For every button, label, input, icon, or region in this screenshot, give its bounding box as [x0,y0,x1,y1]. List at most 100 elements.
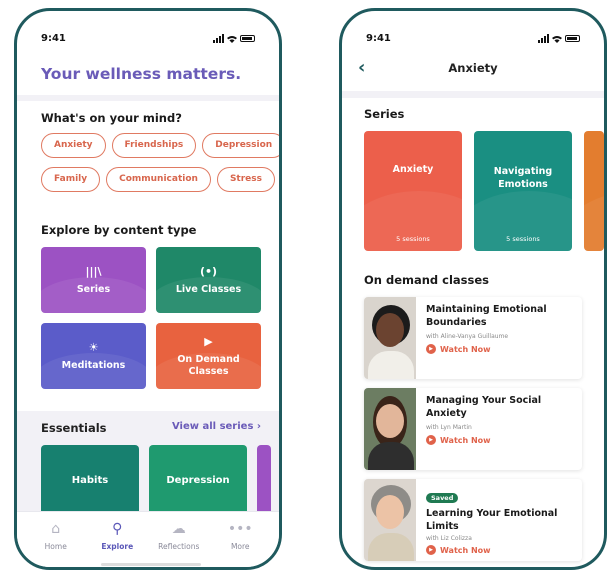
broadcast-icon: (•) [199,265,218,278]
series-card-sessions: 5 sessions [506,235,540,243]
tile-label: Live Classes [175,284,242,295]
cloud-icon: ☁ [171,521,186,537]
tab-label: Explore [101,542,134,551]
tab-reflections[interactable]: ☁ Reflections [151,512,207,567]
mind-section-title: What's on your mind? [41,111,182,125]
signal-icon [538,34,549,43]
class-card[interactable]: Saved Learning Your Emotional Limits wit… [364,479,582,561]
bottom-tab-bar: ⌂ Home ⚲ Explore ☁ Reflections ••• More [17,511,279,567]
series-card-navigating-emotions[interactable]: Navigating Emotions 5 sessions [474,131,572,251]
class-card-body: Saved Learning Your Emotional Limits wit… [416,479,582,561]
content-type-grid: |||\ Series (•) Live Classes ☀ Meditatio… [41,247,261,389]
search-icon: ⚲ [112,521,123,537]
essential-card-habits[interactable]: Habits [41,445,139,515]
tile-label: Series [76,284,111,295]
series-card-sessions: 5 sessions [396,235,430,243]
page-title: Your wellness matters. [41,65,242,83]
status-icons [538,34,580,43]
topic-chip[interactable]: Stress [216,167,275,192]
class-card[interactable]: Maintaining Emotional Boundaries with Al… [364,297,582,379]
signal-icon [213,34,224,43]
essentials-cards: Habits Depression [41,445,271,515]
class-instructor: with Aline-Vanya Guillaume [426,333,509,340]
topic-chip[interactable]: Friendships [111,133,197,158]
ondemand-section-title: On demand classes [364,273,490,287]
watch-label: Watch Now [440,545,491,555]
series-card-partial[interactable] [584,131,604,251]
instructor-photo [364,297,416,379]
status-time: 9:41 [366,33,391,44]
watch-now-button[interactable]: ▶ Watch Now [426,344,582,354]
sun-icon: ☀ [88,341,99,354]
series-tile[interactable]: |||\ Series [41,247,146,313]
tab-explore[interactable]: ⚲ Explore [89,512,145,567]
wifi-icon [552,35,562,43]
status-icons [213,34,255,43]
topic-chips-row-2: Family Communication Stress [41,167,282,192]
chevron-right-icon: › [256,421,261,432]
topic-chip[interactable]: Family [41,167,101,192]
essential-card-partial[interactable] [257,445,271,515]
instructor-photo [364,388,416,470]
topic-chip-partial[interactable] [281,167,282,192]
class-card[interactable]: Managing Your Social Anxiety with Lyn Ma… [364,388,582,470]
phone-explore-screen: 9:41 Your wellness matters. What's on yo… [14,8,282,570]
page-title: Anxiety [448,61,498,75]
divider [17,95,279,101]
class-card-body: Managing Your Social Anxiety with Lyn Ma… [416,388,582,470]
tile-label: On Demand Classes [177,353,240,377]
home-indicator [101,563,201,566]
play-icon: ▶ [426,344,436,354]
watch-now-button[interactable]: ▶ Watch Now [426,435,582,445]
watch-label: Watch Now [440,435,491,445]
topic-chip[interactable]: Anxiety [41,133,106,158]
status-bar: 9:41 [366,33,580,47]
class-instructor: with Liz Colizza [426,535,472,542]
series-card-title: Anxiety [392,164,434,175]
series-card-anxiety[interactable]: Anxiety 5 sessions [364,131,462,251]
more-icon: ••• [227,521,253,537]
explore-section-title: Explore by content type [41,223,197,237]
home-icon: ⌂ [51,521,61,537]
status-bar: 9:41 [41,33,255,47]
meditations-tile[interactable]: ☀ Meditations [41,323,146,389]
play-icon: ▶ [426,545,436,555]
link-label: View all series [171,421,254,432]
watch-now-button[interactable]: ▶ Watch Now [426,545,582,555]
class-instructor: with Lyn Martin [426,424,472,431]
class-title: Managing Your Social Anxiety [426,395,542,419]
watch-label: Watch Now [440,344,491,354]
topic-chip[interactable]: Communication [106,167,211,192]
class-title: Maintaining Emotional Boundaries [426,304,547,328]
play-icon: ▶ [426,435,436,445]
class-card-body: Maintaining Emotional Boundaries with Al… [416,297,582,379]
tab-more[interactable]: ••• More [212,512,268,567]
series-section-title: Series [364,107,405,121]
battery-icon [240,35,255,42]
tile-label: Meditations [61,360,126,371]
live-classes-tile[interactable]: (•) Live Classes [156,247,261,313]
series-card-title: Navigating Emotions [493,166,553,190]
essential-card-depression[interactable]: Depression [149,445,247,515]
topic-chip[interactable]: Depression [202,133,279,158]
series-carousel: Anxiety 5 sessions Navigating Emotions 5… [364,131,604,251]
phone-anxiety-screen: 9:41 ‹ Anxiety Series Anxiety 5 sessions… [339,8,607,570]
wifi-icon [227,35,237,43]
on-demand-classes-tile[interactable]: ▶ On Demand Classes [156,323,261,389]
battery-icon [565,35,580,42]
tab-label: Reflections [158,542,200,551]
library-icon: |||\ [85,265,102,278]
saved-badge: Saved [426,493,459,503]
class-title: Learning Your Emotional Limits [426,508,558,532]
essentials-title: Essentials [41,421,107,435]
tab-label: More [230,542,250,551]
status-time: 9:41 [41,33,66,44]
ondemand-class-list: Maintaining Emotional Boundaries with Al… [364,297,582,561]
instructor-photo [364,479,416,561]
topic-chips-row-1: Anxiety Friendships Depression [41,133,279,158]
tab-home[interactable]: ⌂ Home [28,512,84,567]
view-all-series-link[interactable]: View all series › [172,421,261,432]
play-circle-icon: ▶ [204,334,213,348]
tab-label: Home [44,542,67,551]
divider [342,91,604,98]
